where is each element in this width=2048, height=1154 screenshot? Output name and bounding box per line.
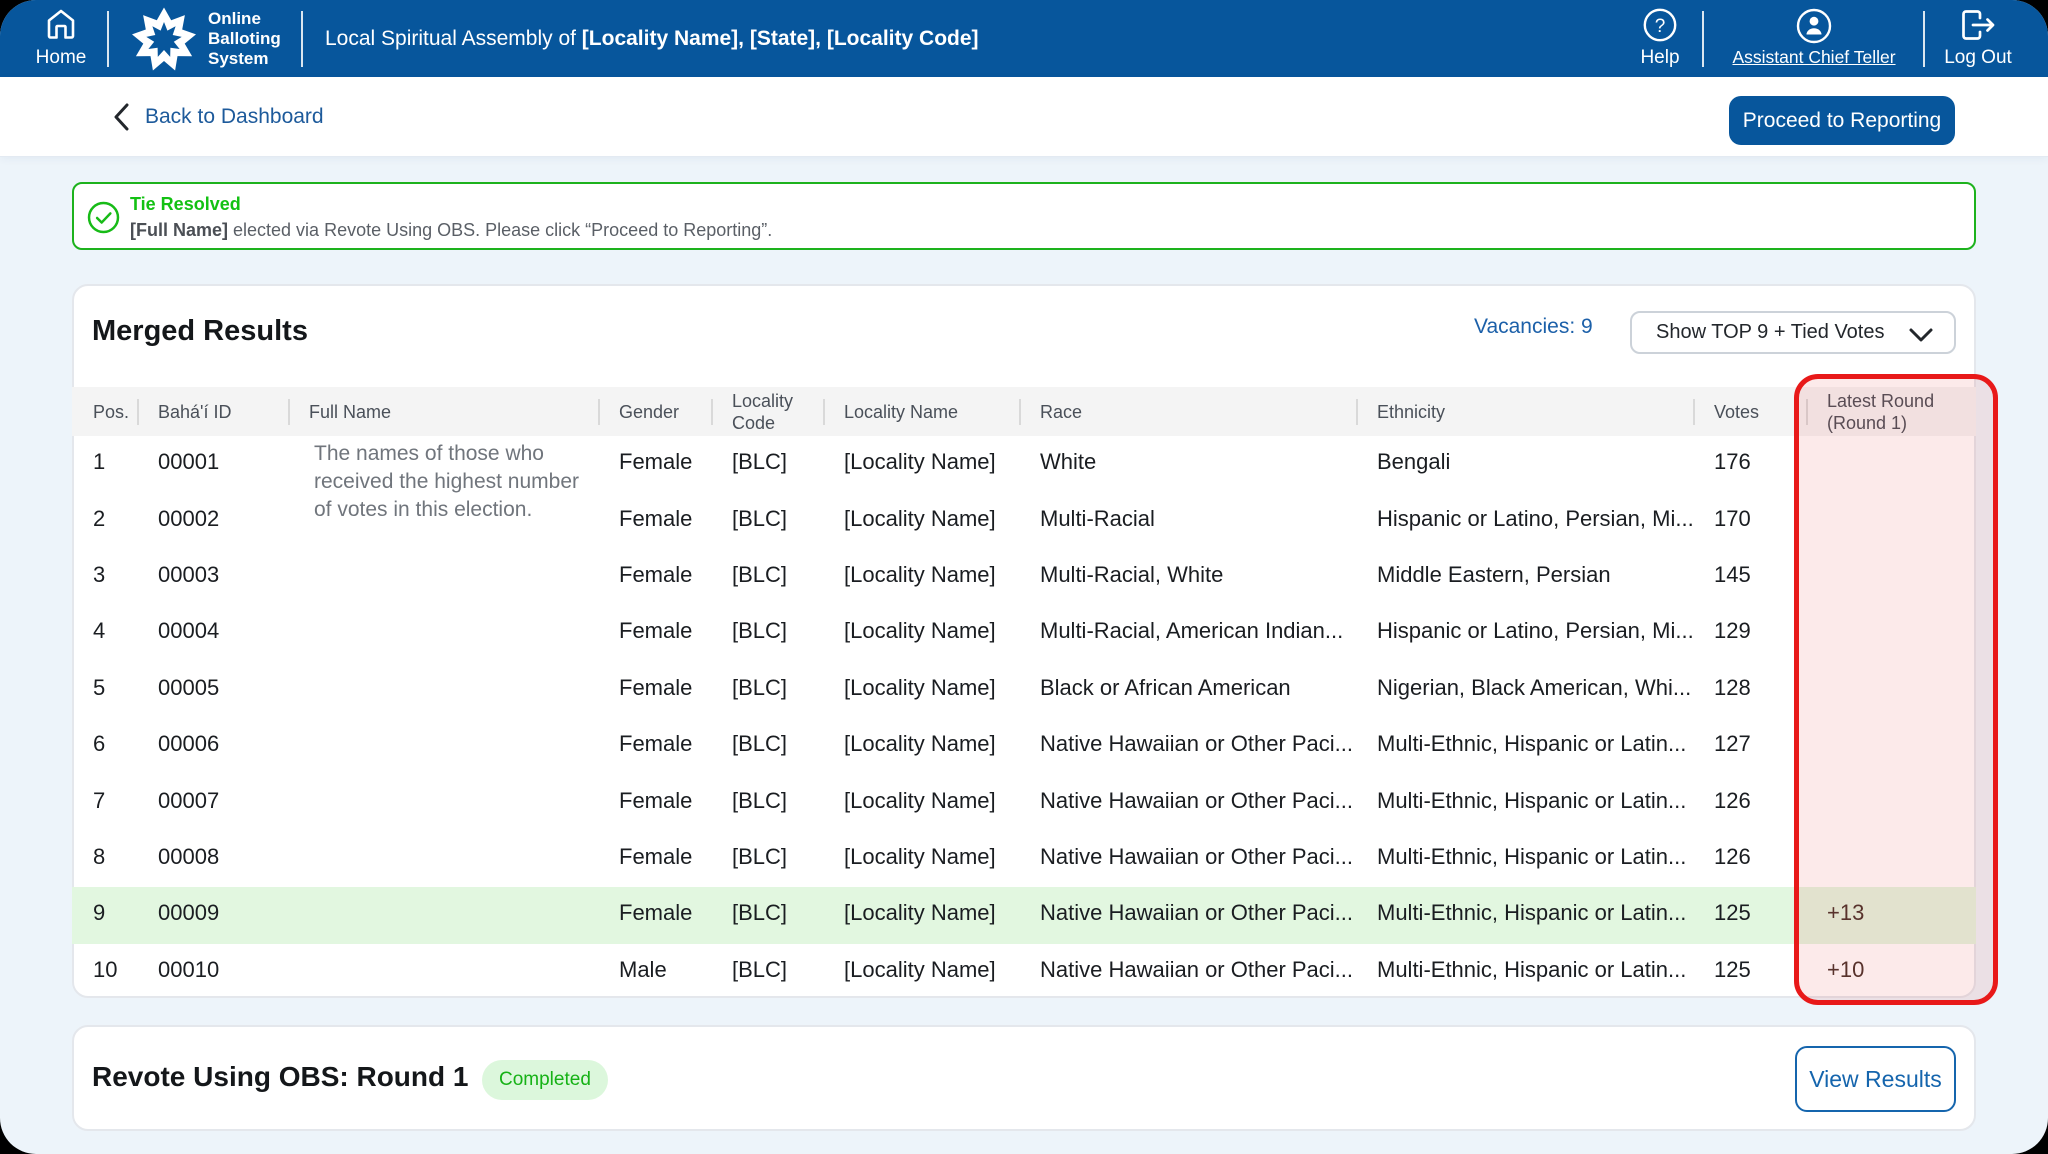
svg-text:?: ?: [1655, 16, 1666, 37]
